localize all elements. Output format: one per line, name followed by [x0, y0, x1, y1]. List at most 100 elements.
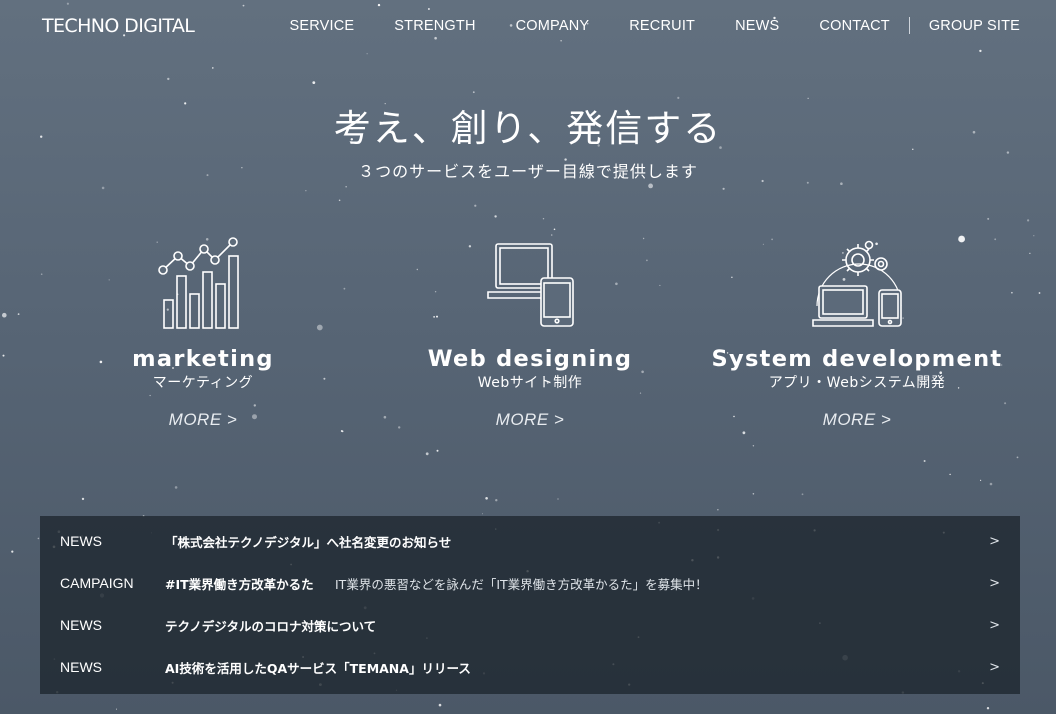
star — [989, 482, 993, 486]
star — [742, 431, 746, 435]
star — [312, 81, 316, 84]
star — [2, 354, 5, 357]
chevron-right-icon: > — [989, 575, 1000, 591]
star — [116, 708, 117, 710]
chevron-right-icon: > — [989, 659, 1000, 675]
star — [377, 3, 381, 7]
news-category: NEWS — [60, 533, 102, 549]
star — [242, 4, 245, 7]
star — [338, 199, 341, 202]
gear-devices-icon — [812, 240, 902, 327]
star — [427, 8, 430, 10]
star — [474, 204, 477, 207]
star — [305, 190, 307, 192]
more-link[interactable]: MORE > — [169, 410, 238, 430]
star — [722, 187, 725, 190]
star — [560, 40, 562, 42]
star — [2, 312, 7, 318]
star — [923, 460, 926, 462]
star — [17, 313, 20, 315]
bar-chart-icon — [158, 237, 239, 329]
nav-company[interactable]: COMPANY — [516, 18, 590, 34]
star — [345, 186, 347, 188]
hero-subtitle: ３つのサービスをユーザー目線で提供します — [358, 162, 698, 181]
star — [66, 2, 69, 5]
service-subtitle: アプリ・Webシステム開発 — [768, 375, 946, 391]
star — [980, 479, 982, 481]
news-item[interactable]: NEWS テクノデジタルのコロナ対策について > — [40, 604, 1020, 646]
star — [37, 537, 40, 540]
star — [1027, 219, 1030, 222]
news-category: NEWS — [60, 659, 102, 675]
service-subtitle: Webサイト制作 — [477, 375, 583, 391]
hero-title: 考え、創り、発信する — [333, 107, 723, 150]
star — [101, 186, 105, 190]
news-title: 「株式会社テクノデジタル」へ社名変更のお知らせ — [165, 534, 452, 550]
star — [717, 509, 719, 511]
news-item[interactable]: CAMPAIGN #IT業界働き方改革かるた IT業界の悪習などを詠んだ「IT業… — [40, 562, 1020, 604]
service-web-designing: Web designing Webサイト制作 MORE > — [370, 236, 690, 430]
star — [557, 498, 559, 500]
star — [752, 493, 755, 495]
devices-icon — [487, 243, 574, 327]
news-title: テクノデジタルのコロナ対策について — [165, 618, 377, 634]
nav-divider — [908, 17, 910, 34]
nav-recruit[interactable]: RECRUIT — [629, 18, 695, 34]
nav-service[interactable]: SERVICE — [289, 18, 354, 34]
star — [436, 449, 439, 452]
news-panel: NEWS 「株式会社テクノデジタル」へ社名変更のお知らせ > CAMPAIGN … — [40, 516, 1020, 694]
news-description: IT業界の悪習などを詠んだ「IT業界働き方改革かるた」を募集中！ — [335, 576, 708, 592]
star — [425, 452, 429, 456]
star — [542, 218, 545, 220]
star — [1016, 456, 1019, 459]
more-link[interactable]: MORE > — [496, 410, 565, 430]
star — [485, 497, 488, 500]
star — [840, 182, 843, 185]
nav-strength[interactable]: STRENGTH — [394, 18, 475, 34]
news-item[interactable]: NEWS AI技術を活用したQAサービス「TEMANA」リリース > — [40, 646, 1020, 688]
star — [494, 215, 497, 218]
service-system-development: System development アプリ・Webシステム開発 MORE > — [697, 236, 1017, 430]
nav-news[interactable]: NEWS — [735, 18, 779, 34]
star — [806, 181, 809, 184]
star — [81, 497, 85, 501]
star — [174, 486, 178, 489]
star — [648, 183, 653, 189]
star — [987, 217, 990, 220]
star — [482, 513, 483, 515]
star — [212, 67, 214, 69]
service-title: System development — [711, 346, 1003, 372]
star — [11, 550, 14, 553]
star — [341, 430, 344, 433]
star — [438, 703, 442, 707]
service-title: marketing — [132, 346, 274, 372]
star — [167, 77, 170, 81]
news-category: NEWS — [60, 617, 102, 633]
news-title: #IT業界働き方改革かるた — [165, 576, 314, 592]
service-subtitle: マーケティング — [152, 375, 254, 391]
star — [979, 49, 982, 53]
star — [472, 91, 475, 94]
main-nav: SERVICE STRENGTH COMPANY RECRUIT NEWS CO… — [249, 17, 1020, 34]
star — [986, 707, 990, 710]
service-title: Web designing — [427, 346, 633, 372]
star — [1029, 252, 1031, 254]
nav-group-site[interactable]: GROUP SITE — [929, 18, 1020, 34]
service-marketing: marketing マーケティング MORE > — [43, 236, 363, 430]
star — [434, 36, 437, 40]
star — [495, 499, 498, 502]
star — [366, 53, 368, 55]
more-link[interactable]: MORE > — [823, 410, 892, 430]
news-category: CAMPAIGN — [60, 575, 134, 591]
nav-contact[interactable]: CONTACT — [819, 18, 889, 34]
star — [949, 473, 951, 476]
star — [553, 228, 556, 231]
star — [752, 445, 755, 447]
news-title: AI技術を活用したQAサービス「TEMANA」リリース — [165, 660, 471, 676]
star — [801, 493, 804, 496]
star — [1038, 292, 1041, 294]
chevron-right-icon: > — [989, 533, 1000, 549]
news-item[interactable]: NEWS 「株式会社テクノデジタル」へ社名変更のお知らせ > — [40, 520, 1020, 562]
company-logo[interactable]: TECHNO DIGITAL — [42, 15, 195, 37]
star — [1033, 235, 1035, 237]
